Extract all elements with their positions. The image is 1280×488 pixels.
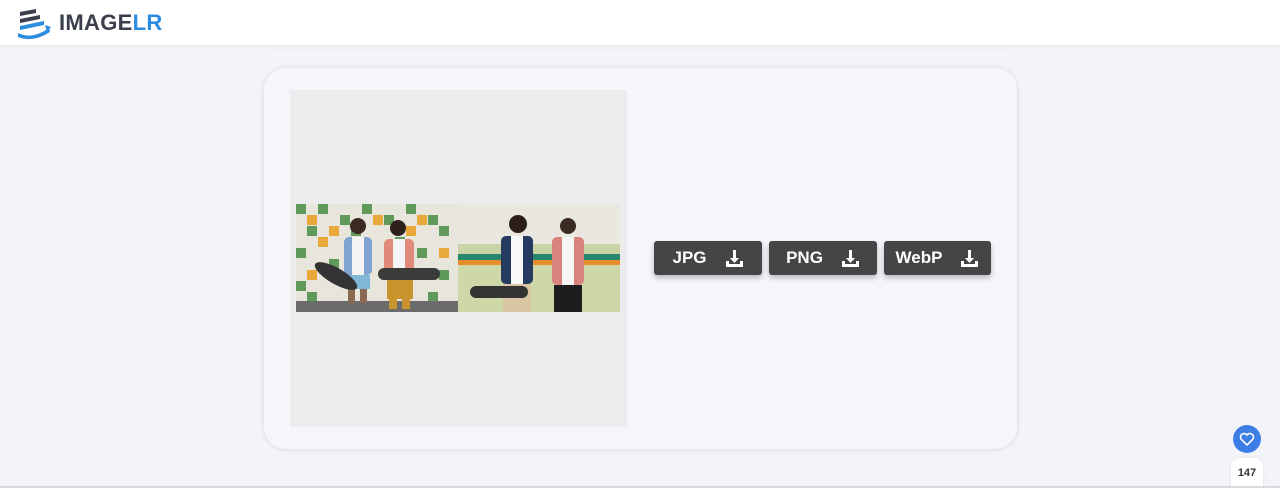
download-png-button[interactable]: PNG xyxy=(769,241,877,275)
like-button[interactable] xyxy=(1233,425,1261,453)
logo[interactable]: IMAGELR xyxy=(16,6,163,40)
like-count: 147 xyxy=(1231,458,1263,488)
imagelr-logo-icon xyxy=(18,8,51,39)
result-card: JPG PNG WebP xyxy=(264,68,1017,449)
image-preview xyxy=(290,90,627,427)
download-webp-button[interactable]: WebP xyxy=(884,241,991,275)
download-png-label: PNG xyxy=(786,248,823,267)
skateboarders-photo xyxy=(296,204,620,312)
header-shadow xyxy=(265,45,1010,51)
download-jpg-button[interactable]: JPG xyxy=(654,241,762,275)
preview-image xyxy=(296,204,620,312)
heart-icon xyxy=(1239,432,1255,446)
top-header: IMAGELR xyxy=(0,0,1280,45)
download-icon xyxy=(725,249,743,267)
logo-text: IMAGELR xyxy=(59,9,163,35)
download-icon xyxy=(961,249,979,267)
download-webp-label: WebP xyxy=(895,248,943,267)
download-icon xyxy=(841,249,859,267)
download-jpg-label: JPG xyxy=(672,248,707,267)
download-buttons: JPG PNG WebP xyxy=(654,241,991,275)
